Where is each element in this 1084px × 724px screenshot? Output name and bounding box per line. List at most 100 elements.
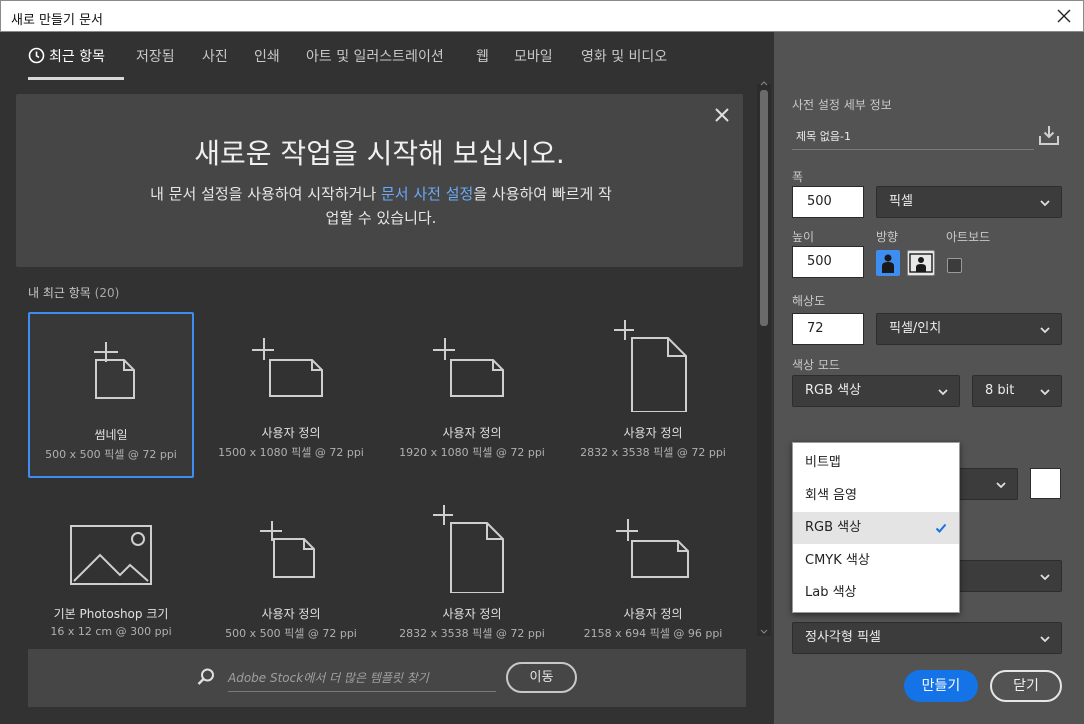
recent-label-text: 내 최근 항목 bbox=[28, 286, 91, 300]
document-icon bbox=[94, 342, 135, 399]
chevron-down-icon bbox=[1040, 636, 1050, 643]
item-size: 500 x 500 픽셀 @ 72 ppi bbox=[45, 448, 177, 461]
bit-depth-select[interactable]: 8 bit bbox=[972, 375, 1062, 407]
landscape-icon bbox=[909, 253, 933, 273]
recent-item[interactable]: 썸네일 500 x 500 픽셀 @ 72 ppi bbox=[28, 312, 194, 478]
recent-count: (20) bbox=[94, 286, 120, 300]
document-presets-link[interactable]: 문서 사전 설정 bbox=[381, 185, 473, 203]
tab-mobile[interactable]: 모바일 bbox=[514, 46, 553, 66]
recent-item[interactable]: 사용자 정의 500 x 500 픽셀 @ 72 ppi bbox=[208, 493, 374, 659]
clock-icon bbox=[28, 47, 45, 64]
chevron-down-icon bbox=[996, 482, 1006, 489]
color-mode-label: 색상 모드 bbox=[792, 358, 840, 372]
scroll-down-icon[interactable] bbox=[757, 628, 771, 636]
width-unit-select[interactable]: 픽셀 bbox=[876, 186, 1062, 218]
tab-recent[interactable]: 최근 항목 bbox=[28, 46, 105, 66]
document-icon bbox=[252, 338, 323, 397]
option-bitmap[interactable]: 비트맵 bbox=[793, 447, 959, 479]
item-size: 1500 x 1080 픽셀 @ 72 ppi bbox=[218, 446, 364, 459]
document-icon bbox=[433, 505, 504, 593]
chevron-down-icon bbox=[1040, 389, 1050, 396]
chevron-down-icon bbox=[1040, 200, 1050, 207]
option-grayscale[interactable]: 회색 음영 bbox=[793, 480, 959, 512]
stock-search-bar: Adobe Stock에서 더 많은 템플릿 찾기 이동 bbox=[28, 649, 746, 707]
artboard-checkbox[interactable] bbox=[947, 258, 962, 273]
item-size: 2832 x 3538 픽셀 @ 72 ppi bbox=[580, 446, 726, 459]
item-name: 사용자 정의 bbox=[442, 426, 502, 440]
welcome-text-part: 업할 수 있습니다. bbox=[325, 209, 437, 227]
window-title: 새로 만들기 문서 bbox=[11, 13, 103, 28]
bit-depth-value: 8 bit bbox=[985, 383, 1015, 398]
background-color-swatch[interactable] bbox=[1030, 468, 1061, 499]
option-cmyk[interactable]: CMYK 색상 bbox=[793, 545, 959, 577]
welcome-text: 내 문서 설정을 사용하여 시작하거나 문서 사전 설정을 사용하여 빠르게 작… bbox=[106, 182, 656, 230]
resolution-input[interactable]: 72 bbox=[792, 313, 864, 345]
document-icon bbox=[614, 320, 687, 412]
create-button[interactable]: 만들기 bbox=[904, 670, 978, 702]
tab-saved[interactable]: 저장됨 bbox=[136, 46, 175, 66]
welcome-heading: 새로운 작업을 시작해 보십시오. bbox=[194, 137, 565, 170]
option-lab[interactable]: Lab 색상 bbox=[793, 577, 959, 609]
item-size: 1920 x 1080 픽셀 @ 72 ppi bbox=[399, 446, 545, 459]
pixel-aspect-select[interactable]: 정사각형 픽셀 bbox=[792, 622, 1062, 654]
scrollbar-thumb[interactable] bbox=[760, 90, 768, 326]
tab-print[interactable]: 인쇄 bbox=[254, 46, 280, 66]
landscape-toggle[interactable] bbox=[907, 250, 935, 276]
resolution-label: 해상도 bbox=[792, 294, 826, 308]
recent-item[interactable]: 기본 Photoshop 크기 16 x 12 cm @ 300 ppi bbox=[28, 493, 194, 659]
presets-pane: 새로운 작업을 시작해 보십시오. 내 문서 설정을 사용하여 시작하거나 문서… bbox=[0, 81, 774, 724]
orientation-label: 방향 bbox=[876, 230, 899, 244]
portrait-toggle[interactable] bbox=[876, 250, 900, 276]
item-name: 사용자 정의 bbox=[623, 607, 683, 621]
recent-item[interactable]: 사용자 정의 2832 x 3538 픽셀 @ 72 ppi bbox=[570, 312, 736, 478]
document-icon bbox=[616, 519, 689, 578]
image-icon bbox=[70, 525, 152, 585]
close-banner-icon[interactable] bbox=[713, 106, 731, 124]
welcome-text-part: 내 문서 설정을 사용하여 시작하거나 bbox=[150, 185, 381, 203]
preset-details-pane: 사전 설정 세부 정보 제목 없음-1 폭 500 픽셀 높이 500 방향 아… bbox=[774, 82, 1084, 724]
stock-search-input[interactable]: Adobe Stock에서 더 많은 템플릿 찾기 bbox=[228, 665, 496, 692]
search-icon bbox=[196, 667, 216, 691]
option-rgb[interactable]: RGB 색상 bbox=[793, 512, 959, 544]
tab-photo[interactable]: 사진 bbox=[202, 46, 228, 66]
scroll-up-icon[interactable] bbox=[757, 80, 771, 86]
welcome-text-part: 을 사용하여 빠르게 작 bbox=[473, 185, 612, 203]
resolution-unit-value: 픽셀/인치 bbox=[889, 321, 942, 336]
recent-items-label: 내 최근 항목 (20) bbox=[28, 284, 119, 301]
width-label: 폭 bbox=[792, 170, 804, 184]
save-preset-icon[interactable] bbox=[1038, 124, 1060, 150]
close-button[interactable]: 닫기 bbox=[990, 670, 1062, 702]
portrait-icon bbox=[882, 254, 894, 273]
tab-art-illustration[interactable]: 아트 및 일러스트레이션 bbox=[306, 46, 444, 66]
option-label: RGB 색상 bbox=[805, 520, 862, 535]
artboard-label: 아트보드 bbox=[946, 230, 991, 244]
window-titlebar: 새로 만들기 문서 bbox=[0, 0, 1084, 32]
go-button[interactable]: 이동 bbox=[506, 662, 577, 693]
tab-film-video[interactable]: 영화 및 비디오 bbox=[581, 46, 667, 66]
document-name-field[interactable]: 제목 없음-1 bbox=[792, 120, 1034, 150]
item-size: 2832 x 3538 픽셀 @ 72 ppi bbox=[399, 627, 545, 640]
document-icon bbox=[260, 521, 315, 578]
recent-item[interactable]: 사용자 정의 2832 x 3538 픽셀 @ 72 ppi bbox=[389, 493, 555, 659]
new-document-dialog: 최근 항목 저장됨 사진 인쇄 아트 및 일러스트레이션 웹 모바일 영화 및 … bbox=[0, 32, 1084, 724]
color-mode-select[interactable]: RGB 색상 bbox=[792, 375, 960, 407]
item-size: 500 x 500 픽셀 @ 72 ppi bbox=[225, 627, 357, 640]
active-tab-indicator bbox=[28, 77, 124, 80]
recent-item[interactable]: 사용자 정의 1920 x 1080 픽셀 @ 72 ppi bbox=[389, 312, 555, 478]
height-input[interactable]: 500 bbox=[792, 246, 864, 278]
width-unit-value: 픽셀 bbox=[889, 194, 913, 209]
window-close-icon[interactable] bbox=[1053, 5, 1075, 27]
item-size: 16 x 12 cm @ 300 ppi bbox=[50, 625, 172, 638]
recent-item[interactable]: 사용자 정의 2158 x 694 픽셀 @ 96 ppi bbox=[570, 493, 736, 659]
item-name: 사용자 정의 bbox=[261, 426, 321, 440]
item-name: 기본 Photoshop 크기 bbox=[53, 607, 169, 621]
resolution-unit-select[interactable]: 픽셀/인치 bbox=[876, 313, 1062, 345]
width-input[interactable]: 500 bbox=[792, 186, 864, 218]
tab-web[interactable]: 웹 bbox=[476, 46, 489, 66]
item-name: 사용자 정의 bbox=[442, 607, 502, 621]
scrollbar[interactable] bbox=[757, 81, 771, 636]
recent-item[interactable]: 사용자 정의 1500 x 1080 픽셀 @ 72 ppi bbox=[208, 312, 374, 478]
item-name: 사용자 정의 bbox=[623, 426, 683, 440]
tab-label: 최근 항목 bbox=[49, 49, 105, 65]
pixel-aspect-value: 정사각형 픽셀 bbox=[805, 630, 881, 645]
